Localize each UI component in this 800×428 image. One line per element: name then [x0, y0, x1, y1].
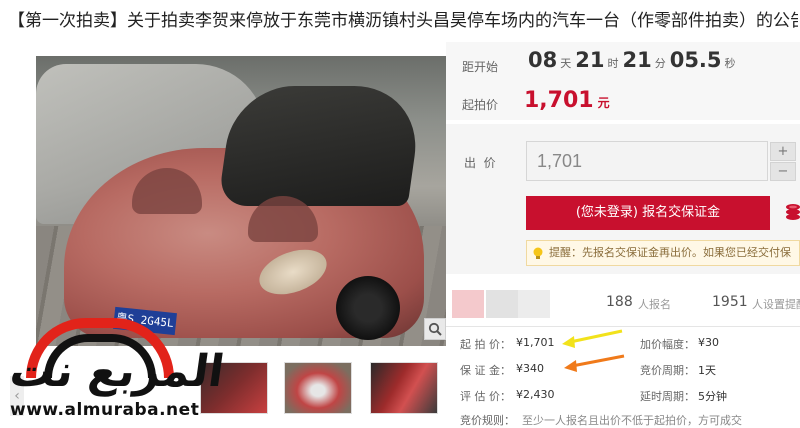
start-price-label: 起拍价 — [462, 98, 499, 112]
thumbnail-seats[interactable] — [370, 362, 438, 414]
info-appraisal-label: 评 估 价： — [460, 390, 511, 403]
deposit-notice-text: 提醒：先报名交保证金再出价。如果您已经交付保 — [549, 246, 791, 259]
coin-stack-icon[interactable] — [784, 202, 800, 222]
info-start-price-label: 起 拍 价： — [460, 338, 511, 351]
bid-label: 出 价 — [464, 156, 496, 170]
stats-divider — [446, 326, 800, 327]
start-price-number: 1,701 — [524, 88, 594, 113]
info-rule-value: 至少一人报名且出价不低于起拍价，方可成交 — [522, 414, 742, 427]
car-wheel — [336, 276, 400, 340]
bid-amount-input[interactable]: 1,701 — [526, 141, 768, 181]
start-price-unit: 元 — [597, 96, 610, 110]
car-windshield — [217, 86, 425, 206]
site-watermark-logo: المربع نت www.almuraba.net — [0, 316, 232, 428]
bidder-avatar — [518, 290, 550, 318]
zoom-icon[interactable] — [424, 318, 446, 340]
bid-minus-button[interactable]: − — [770, 162, 796, 181]
reminder-count-label: 人设置提醒 — [752, 298, 800, 311]
info-rule-label: 竞价规则： — [460, 414, 515, 427]
countdown-label: 距开始 — [462, 60, 499, 74]
info-increment-label: 加价幅度： — [640, 338, 695, 351]
countdown-hours: 21 — [575, 48, 605, 72]
countdown-hours-unit: 时 — [607, 57, 619, 70]
countdown-timer: 08 天 21 时 21 分 05.5 秒 — [528, 48, 740, 78]
start-price-value: 1,701 元 — [524, 88, 610, 113]
info-start-price-value: ¥1,701 — [516, 336, 555, 349]
bidder-avatar — [452, 290, 484, 318]
countdown-minutes: 21 — [622, 48, 652, 72]
bid-plus-button[interactable]: + — [770, 142, 796, 161]
info-delay-value: 5分钟 — [698, 390, 727, 403]
page-title: 【第一次拍卖】关于拍卖李贺来停放于东莞市横沥镇村头昌昊停车场内的汽车一台（作零部… — [8, 11, 798, 31]
orange-arrow-icon — [564, 354, 625, 372]
countdown-days-unit: 天 — [560, 57, 572, 70]
deposit-notice: 提醒：先报名交保证金再出价。如果您已经交付保 — [526, 240, 800, 266]
info-period-value: 1天 — [698, 364, 716, 377]
yellow-arrow-icon — [562, 329, 623, 348]
info-increment-value: ¥30 — [698, 336, 719, 349]
signup-count-label: 人报名 — [638, 298, 671, 311]
thumbnail-engine[interactable] — [284, 362, 352, 414]
bidder-avatar — [486, 290, 518, 318]
signup-count: 188 — [606, 294, 633, 310]
info-deposit-value: ¥340 — [516, 362, 544, 375]
info-appraisal-value: ¥2,430 — [516, 388, 555, 401]
countdown-minutes-unit: 分 — [654, 57, 666, 70]
lightbulb-icon — [532, 246, 544, 260]
reminder-count: 1951 — [712, 294, 748, 310]
countdown-seconds: 05.5 — [669, 48, 722, 72]
logo-arabic-text: المربع نت — [6, 346, 228, 397]
logo-url: www.almuraba.net — [10, 400, 200, 420]
signup-deposit-button[interactable]: (您未登录) 报名交保证金 — [526, 196, 770, 230]
countdown-seconds-unit: 秒 — [724, 57, 736, 70]
info-period-label: 竞价周期： — [640, 364, 695, 377]
main-car-photo[interactable]: 粤S 2G45L — [36, 56, 446, 346]
countdown-days: 08 — [528, 48, 558, 72]
info-deposit-label: 保 证 金： — [460, 364, 511, 377]
info-delay-label: 延时周期： — [640, 390, 695, 403]
